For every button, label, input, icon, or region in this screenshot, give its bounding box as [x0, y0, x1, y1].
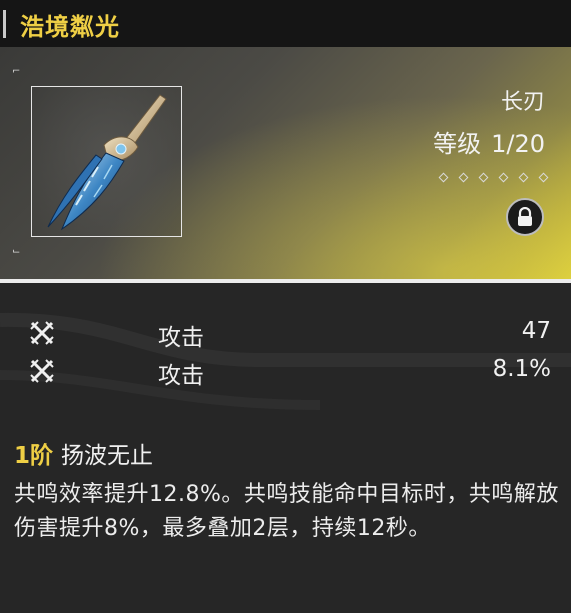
rank-diamond-icon — [518, 172, 529, 183]
weapon-header: 浩境粼光 — [0, 0, 571, 47]
weapon-name: 浩境粼光 — [20, 13, 120, 41]
weapon-image-frame[interactable] — [31, 86, 182, 237]
corner-mark: ⌙ — [12, 246, 21, 257]
lock-button[interactable] — [506, 198, 544, 236]
stat-value: 47 — [521, 318, 551, 344]
lock-icon — [518, 207, 532, 226]
crossed-swords-icon — [30, 359, 54, 383]
section-divider — [0, 279, 571, 283]
rank-diamond-icon — [538, 172, 549, 183]
passive-description: 共鸣效率提升12.8%。共鸣技能命中目标时，共鸣解放伤害提升8%，最多叠加2层，… — [14, 482, 559, 541]
weapon-type: 长刃 — [500, 90, 545, 115]
rank-diamond-icon — [478, 172, 489, 183]
passive-rank: 1阶 — [14, 443, 54, 469]
stat-row: 攻击 8.1% — [0, 352, 571, 390]
weapon-level: 等级 1/20 — [433, 124, 545, 159]
stat-name: 攻击 — [158, 363, 204, 389]
stat-name: 攻击 — [158, 325, 204, 351]
rank-stars — [432, 166, 549, 185]
stat-value: 8.1% — [492, 356, 551, 382]
rank-diamond-icon — [458, 172, 469, 183]
passive-title: 1阶 扬波无止 — [14, 436, 153, 470]
weapon-detail-panel: 浩境粼光 ⌐ ⌙ 长刃 等级 1/20 攻击 47 攻击 8.1% 1阶 扬波无… — [0, 0, 571, 613]
level-label: 等级 — [433, 130, 482, 158]
level-value: 1/20 — [491, 130, 545, 158]
stat-row: 攻击 47 — [0, 314, 571, 352]
stats-list: 攻击 47 攻击 8.1% — [0, 314, 571, 390]
rank-diamond-icon — [438, 172, 448, 183]
crossed-swords-icon — [30, 321, 54, 345]
passive-name: 扬波无止 — [61, 443, 154, 469]
corner-mark: ⌐ — [12, 66, 21, 77]
broadblade-weapon-icon — [47, 94, 167, 231]
rank-diamond-icon — [498, 172, 509, 183]
header-accent-bar — [3, 10, 6, 38]
